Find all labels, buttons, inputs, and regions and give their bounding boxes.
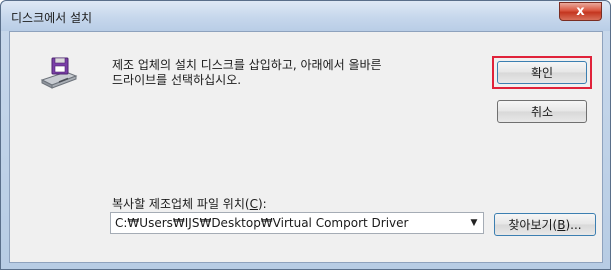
dialog-body: 제조 업체의 설치 디스크를 삽입하고, 아래에서 올바른 드라이브를 선택하십… xyxy=(9,31,603,263)
title-bar[interactable]: 디스크에서 설치 x xyxy=(1,1,610,31)
close-button[interactable]: x xyxy=(559,2,602,21)
path-combobox[interactable]: C:₩Users₩IJS₩Desktop₩Virtual Comport Dri… xyxy=(110,212,484,234)
install-from-disk-dialog: 디스크에서 설치 x 제조 업체의 설치 디스크를 삽입하고, 아래에서 올바른… xyxy=(0,0,611,270)
path-label: 복사할 제조업체 파일 위치(C): xyxy=(112,197,267,211)
browse-button-label: 찾아보기(B)... xyxy=(508,218,582,232)
cancel-button-label: 취소 xyxy=(530,105,554,119)
chevron-down-icon[interactable]: ▼ xyxy=(465,213,483,233)
ok-button[interactable]: 확인 xyxy=(497,61,587,84)
cancel-button[interactable]: 취소 xyxy=(497,100,587,123)
close-icon: x xyxy=(576,4,585,19)
instruction-line-1: 제조 업체의 설치 디스크를 삽입하고, 아래에서 올바른 xyxy=(112,58,382,72)
ok-button-label: 확인 xyxy=(530,66,554,80)
window-title: 디스크에서 설치 xyxy=(11,11,93,25)
instruction-line-2: 드라이브를 선택하십시오. xyxy=(112,73,242,87)
instruction-message: 제조 업체의 설치 디스크를 삽입하고, 아래에서 올바른 드라이브를 선택하십… xyxy=(112,58,482,88)
browse-button[interactable]: 찾아보기(B)... xyxy=(494,213,596,236)
disk-drive-icon xyxy=(40,57,78,89)
path-input[interactable]: C:₩Users₩IJS₩Desktop₩Virtual Comport Dri… xyxy=(111,216,465,230)
